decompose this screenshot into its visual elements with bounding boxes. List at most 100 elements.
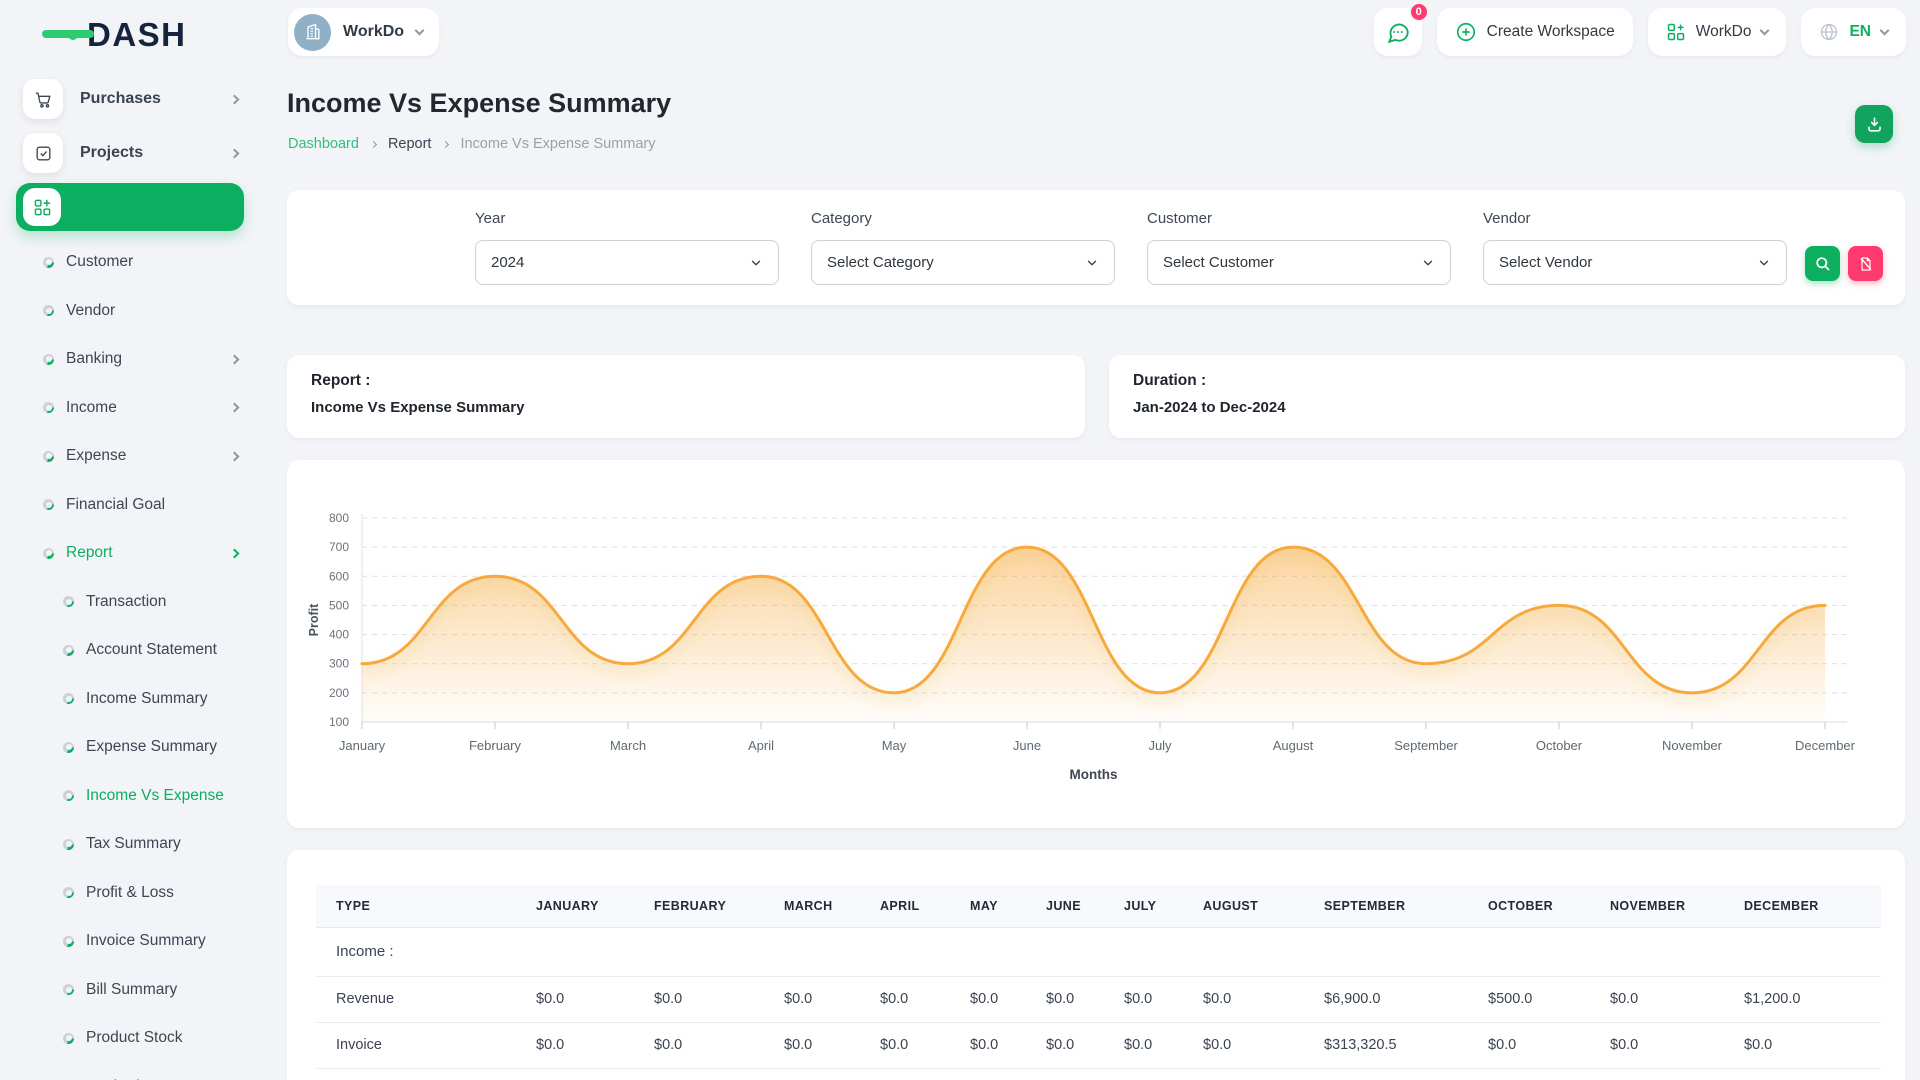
chevron-down-icon: [218, 201, 228, 211]
sidebar-item-label: Banking: [66, 350, 122, 368]
sidebar-item-label: Invoice Summary: [86, 932, 206, 950]
column-header-april: APRIL: [860, 885, 950, 927]
sidebar-item-label: Expense: [66, 447, 126, 465]
bullet-ring-icon: [63, 839, 74, 850]
brand-logo[interactable]: DASH: [68, 16, 187, 54]
chevron-down-icon: [1085, 256, 1099, 270]
filter-select-year[interactable]: 2024: [475, 240, 779, 285]
sidebar-item-customer[interactable]: Customer: [0, 238, 262, 287]
amount-cell: $0.0: [516, 1022, 634, 1068]
amount-cell: $0.0: [1724, 1022, 1881, 1068]
modules-icon: [23, 188, 61, 226]
sidebar-item-label: Purchases: [80, 90, 161, 108]
breadcrumb-link-dashboard[interactable]: Dashboard: [288, 136, 359, 152]
x-axis-title: Months: [1070, 767, 1118, 782]
sidebar-item-label: Income: [66, 399, 117, 417]
sidebar-item-label: Accounting: [78, 198, 169, 217]
chevron-right-icon: [230, 94, 240, 104]
sidebar-item-projects[interactable]: Projects: [0, 126, 262, 180]
svg-text:May: May: [882, 738, 907, 753]
bullet-ring-icon: [63, 887, 74, 898]
sidebar-item-financial-goal[interactable]: Financial Goal: [0, 481, 262, 530]
table-header-row: TYPEJANUARYFEBRUARYMARCHAPRILMAYJUNEJULY…: [316, 885, 1881, 927]
duration-summary-card: Duration : Jan-2024 to Dec-2024: [1109, 355, 1905, 438]
report-value: Income Vs Expense Summary: [311, 399, 1061, 416]
bullet-ring-icon: [63, 1033, 74, 1044]
sidebar-item-tax-summary[interactable]: Tax Summary: [0, 820, 262, 869]
breadcrumb: DashboardReportIncome Vs Expense Summary: [288, 136, 656, 152]
filter-value-customer: Select Customer: [1163, 254, 1274, 271]
amount-cell: $0.0: [1104, 1022, 1183, 1068]
section-label: Expense :: [316, 1068, 1881, 1080]
sidebar-item-income-summary[interactable]: Income Summary: [0, 675, 262, 724]
y-axis-title: Profit: [307, 603, 321, 636]
amount-cell: $0.0: [1468, 1022, 1590, 1068]
sidebar-item-income-vs-expense[interactable]: Income Vs Expense: [0, 772, 262, 821]
svg-text:July: July: [1148, 738, 1172, 753]
summary-table-card: TYPEJANUARYFEBRUARYMARCHAPRILMAYJUNEJULY…: [287, 850, 1905, 1080]
table-row-invoice: Invoice$0.0$0.0$0.0$0.0$0.0$0.0$0.0$0.0$…: [316, 1022, 1881, 1068]
sidebar-item-vendor[interactable]: Vendor: [0, 287, 262, 336]
amount-cell: $0.0: [950, 976, 1026, 1022]
sidebar-item-label: Income Vs Expense: [86, 787, 224, 805]
amount-cell: $6,900.0: [1304, 976, 1468, 1022]
amount-cell: $0.0: [1590, 976, 1724, 1022]
bullet-ring-icon: [63, 693, 74, 704]
sidebar-item-income[interactable]: Income: [0, 384, 262, 433]
sidebar-item-label: Customer: [66, 253, 133, 271]
svg-text:100: 100: [329, 715, 349, 729]
filter-select-category[interactable]: Select Category: [811, 240, 1115, 285]
row-type-label: Revenue: [316, 976, 516, 1022]
reset-filter-button[interactable]: [1848, 246, 1883, 281]
amount-cell: $0.0: [950, 1022, 1026, 1068]
sidebar-item-banking[interactable]: Banking: [0, 335, 262, 384]
chevron-right-icon: [230, 451, 240, 461]
sidebar-item-label: Tax Summary: [86, 835, 181, 853]
column-header-october: OCTOBER: [1468, 885, 1590, 927]
filter-label-category: Category: [811, 210, 1115, 227]
column-header-july: JULY: [1104, 885, 1183, 927]
filter-label-customer: Customer: [1147, 210, 1451, 227]
filter-group-year: Year2024: [475, 210, 779, 285]
sidebar-item-label: Projects: [80, 144, 143, 162]
sidebar-item-purchases[interactable]: Purchases: [0, 72, 262, 126]
bullet-ring-icon: [43, 499, 54, 510]
sidebar-item-report[interactable]: Report: [0, 529, 262, 578]
report-summary-card: Report : Income Vs Expense Summary: [287, 355, 1085, 438]
sidebar-item-label: Financial Goal: [66, 496, 165, 514]
sidebar-item-product-stock[interactable]: Product Stock: [0, 1014, 262, 1063]
bullet-ring-icon: [43, 548, 54, 559]
sidebar-item-invoice-summary[interactable]: Invoice Summary: [0, 917, 262, 966]
column-header-february: FEBRUARY: [634, 885, 764, 927]
filter-select-customer[interactable]: Select Customer: [1147, 240, 1451, 285]
sidebar-item-accounting[interactable]: Accounting: [16, 183, 244, 231]
column-header-december: DECEMBER: [1724, 885, 1881, 927]
table-body: Income :Revenue$0.0$0.0$0.0$0.0$0.0$0.0$…: [316, 927, 1881, 1080]
apply-filter-button[interactable]: [1805, 246, 1840, 281]
sidebar-item-profit-loss[interactable]: Profit & Loss: [0, 869, 262, 918]
chevron-down-icon: [749, 256, 763, 270]
sidebar-item-label: Profit & Loss: [86, 884, 174, 902]
filter-value-vendor: Select Vendor: [1499, 254, 1592, 271]
download-report-button[interactable]: [1855, 105, 1893, 143]
sidebar-item-expense-summary[interactable]: Expense Summary: [0, 723, 262, 772]
sidebar-item-bill-summary[interactable]: Bill Summary: [0, 966, 262, 1015]
filter-card: Year2024 Category Select Category Customer S…: [287, 190, 1905, 305]
column-header-january: JANUARY: [516, 885, 634, 927]
amount-cell: $500.0: [1468, 976, 1590, 1022]
profit-area-fill: [362, 547, 1825, 722]
table-row-income: Income :: [316, 927, 1881, 976]
svg-text:March: March: [610, 738, 646, 753]
svg-text:November: November: [1662, 738, 1723, 753]
sidebar-item-account-statement[interactable]: Account Statement: [0, 626, 262, 675]
sidebar-item-cash-flow[interactable]: Cash Flow: [0, 1063, 262, 1080]
breadcrumb-separator-icon: [442, 140, 449, 147]
svg-text:January: January: [339, 738, 386, 753]
breadcrumb-link-report[interactable]: Report: [388, 136, 432, 152]
clear-file-icon: [1858, 256, 1874, 272]
bullet-ring-icon: [63, 742, 74, 753]
sidebar-item-transaction[interactable]: Transaction: [0, 578, 262, 627]
filter-select-vendor[interactable]: Select Vendor: [1483, 240, 1787, 285]
sidebar-item-expense[interactable]: Expense: [0, 432, 262, 481]
amount-cell: $0.0: [1026, 1022, 1104, 1068]
